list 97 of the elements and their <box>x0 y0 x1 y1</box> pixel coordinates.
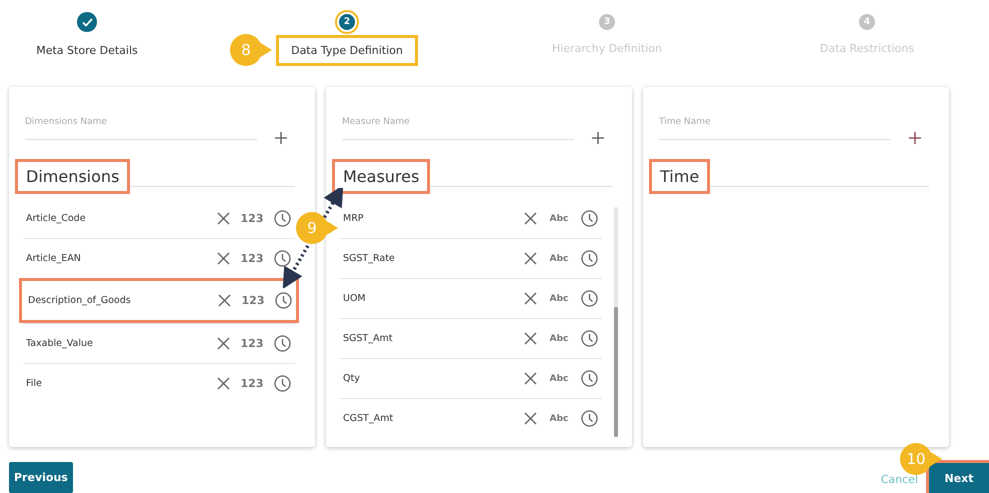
step-number: 4 <box>864 17 870 27</box>
field-name: File <box>26 378 43 389</box>
clock-icon <box>581 370 598 387</box>
type-label[interactable]: Abc <box>547 214 571 224</box>
name-input-field[interactable]: Measure Name <box>342 117 574 140</box>
field-name: MRP <box>343 213 365 224</box>
remove-button[interactable] <box>217 252 230 265</box>
field-name: Taxable_Value <box>26 338 94 349</box>
step-number: 3 <box>604 17 610 27</box>
time-button[interactable] <box>274 335 291 352</box>
clock-icon <box>581 210 598 227</box>
time-button[interactable] <box>274 375 291 392</box>
time-button[interactable] <box>581 210 598 227</box>
time-button[interactable] <box>275 292 292 309</box>
field-name: CGST_Amt <box>343 413 394 424</box>
field-row[interactable]: File 123 <box>23 363 295 403</box>
clock-icon <box>274 375 291 392</box>
close-icon <box>524 292 537 305</box>
remove-button[interactable] <box>217 212 230 225</box>
field-row[interactable]: SGST_Amt Abc <box>340 318 602 358</box>
type-label[interactable]: 123 <box>240 377 264 390</box>
time-button[interactable] <box>581 410 598 427</box>
time-button[interactable] <box>581 290 598 307</box>
clock-icon <box>274 210 291 227</box>
step-number: 2 <box>344 17 350 27</box>
callout-tooltip: 8 <box>230 34 272 66</box>
remove-button[interactable] <box>524 292 537 305</box>
close-icon <box>524 332 537 345</box>
field-name: Article_Code <box>26 213 87 224</box>
remove-button[interactable] <box>217 337 230 350</box>
type-label[interactable]: 123 <box>240 252 264 265</box>
clock-icon <box>275 292 292 309</box>
field-row[interactable]: CGST_Amt Abc <box>340 398 602 438</box>
close-icon <box>218 294 231 307</box>
name-input-field[interactable]: Dimensions Name <box>25 117 257 140</box>
clock-icon <box>581 410 598 427</box>
type-label[interactable]: Abc <box>547 254 571 264</box>
panel-title: Measures <box>332 159 430 194</box>
check-icon <box>82 18 92 26</box>
type-label[interactable]: Abc <box>547 294 571 304</box>
next-button[interactable]: Next <box>926 460 989 493</box>
clock-icon <box>581 330 598 347</box>
step-label: Meta Store Details <box>36 44 138 57</box>
plus-icon <box>274 131 288 145</box>
close-icon <box>217 212 230 225</box>
field-row[interactable]: SGST_Rate Abc <box>340 238 602 278</box>
clock-icon <box>274 250 291 267</box>
previous-button[interactable]: Previous <box>9 462 73 493</box>
type-label[interactable]: Abc <box>547 374 571 384</box>
plus-icon <box>591 131 605 145</box>
remove-button[interactable] <box>524 412 537 425</box>
field-row[interactable]: Article_Code 123 <box>23 199 295 238</box>
step-label: Data Type Definition <box>276 35 418 66</box>
type-label[interactable]: Abc <box>547 334 571 344</box>
remove-button[interactable] <box>524 212 537 225</box>
time-button[interactable] <box>274 250 291 267</box>
remove-button[interactable] <box>524 332 537 345</box>
remove-button[interactable] <box>217 377 230 390</box>
time-button[interactable] <box>581 330 598 347</box>
type-label[interactable]: Abc <box>547 414 571 424</box>
plus-icon <box>908 131 922 145</box>
field-name: Description_of_Goods <box>28 295 132 306</box>
panel-title: Time <box>649 159 710 194</box>
scrollbar[interactable] <box>614 207 618 437</box>
close-icon <box>524 412 537 425</box>
field-row[interactable]: Article_EAN 123 <box>23 238 295 278</box>
close-icon <box>217 252 230 265</box>
close-icon <box>524 252 537 265</box>
field-row[interactable]: MRP Abc <box>340 199 602 238</box>
field-row[interactable]: UOM Abc <box>340 278 602 318</box>
field-name: SGST_Rate <box>343 253 396 264</box>
close-icon <box>217 377 230 390</box>
field-row[interactable]: Description_of_Goods 123 <box>19 278 299 323</box>
type-label[interactable]: 123 <box>240 337 264 350</box>
callout-tooltip: 9 <box>296 212 338 244</box>
remove-button[interactable] <box>524 252 537 265</box>
field-name: Article_EAN <box>26 253 82 264</box>
field-name: SGST_Amt <box>343 333 394 344</box>
time-button[interactable] <box>581 370 598 387</box>
time-button[interactable] <box>581 250 598 267</box>
panel-title: Dimensions <box>15 159 130 194</box>
close-icon <box>217 337 230 350</box>
remove-button[interactable] <box>524 372 537 385</box>
time-button[interactable] <box>274 210 291 227</box>
close-icon <box>524 372 537 385</box>
clock-icon <box>274 335 291 352</box>
field-row[interactable]: Qty Abc <box>340 358 602 398</box>
field-name: UOM <box>343 293 367 304</box>
clock-icon <box>581 290 598 307</box>
clock-icon <box>581 250 598 267</box>
close-icon <box>524 212 537 225</box>
field-name: Qty <box>343 373 361 384</box>
type-label[interactable]: 123 <box>241 294 265 307</box>
name-input-field[interactable]: Time Name <box>659 117 891 140</box>
type-label[interactable]: 123 <box>240 212 264 225</box>
field-row[interactable]: Taxable_Value 123 <box>23 323 295 363</box>
remove-button[interactable] <box>218 294 231 307</box>
